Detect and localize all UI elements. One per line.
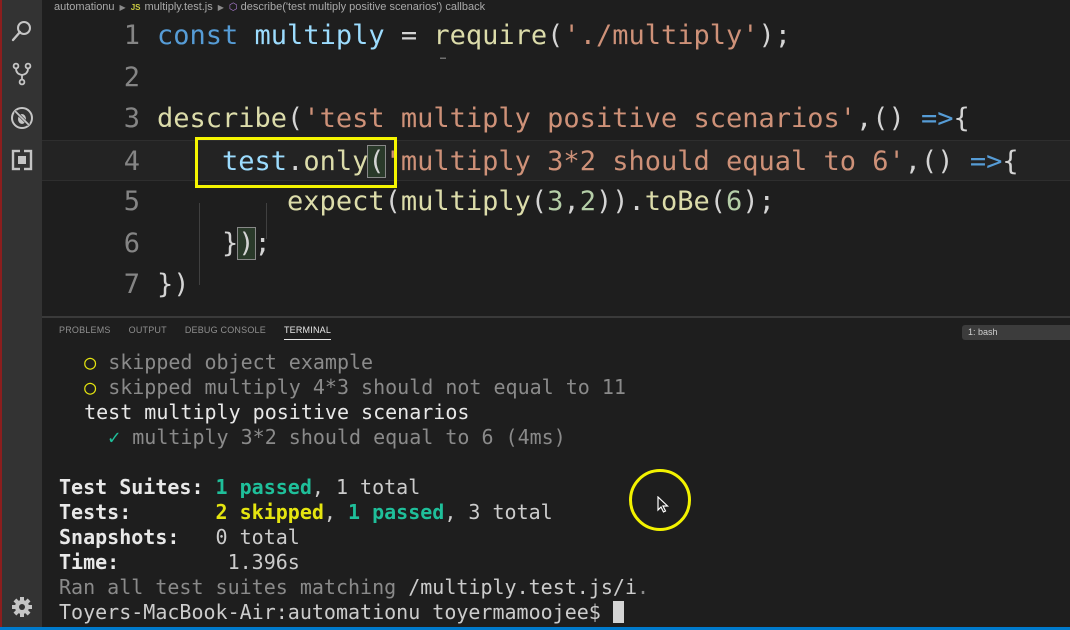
search-icon[interactable] bbox=[8, 17, 36, 45]
code-token: } bbox=[157, 227, 239, 259]
code-token: multiply bbox=[400, 186, 531, 217]
line-number: 4 bbox=[123, 145, 140, 177]
code-token: describe bbox=[157, 103, 288, 134]
chevron-right-icon: ▶ bbox=[119, 2, 126, 12]
bottom-panel: PROBLEMS OUTPUT DEBUG CONSOLE TERMINAL 1… bbox=[42, 318, 1070, 630]
tab-debug-console[interactable]: DEBUG CONSOLE bbox=[185, 325, 266, 340]
terminal-prompt[interactable]: Toyers-MacBook-Air:automationu toyermamo… bbox=[59, 600, 624, 625]
terminal-line-snapshots: Snapshots: 0 total bbox=[59, 525, 300, 549]
terminal-line-passed: ✓ multiply 3*2 should equal to 6 (4ms) bbox=[108, 425, 566, 449]
line-number: 5 bbox=[123, 186, 140, 217]
code-token: ); bbox=[742, 186, 775, 217]
code-editor[interactable]: 1 const multiply = require('./multiply');… bbox=[42, 15, 1070, 315]
code-text: }) bbox=[157, 264, 190, 305]
code-token: require bbox=[433, 20, 548, 51]
code-token: 'test multiply positive scenarios' bbox=[303, 103, 856, 134]
breadcrumb-folder[interactable]: automationu bbox=[54, 1, 115, 13]
highlight-annotation-box bbox=[195, 137, 397, 188]
code-token: 6 bbox=[726, 186, 743, 217]
code-text: }); bbox=[157, 223, 271, 264]
terminal-line-tests-summary: Tests: 2 skipped, 1 passed, 3 total bbox=[59, 500, 553, 524]
code-token: ( bbox=[287, 103, 304, 134]
code-token: multiply bbox=[254, 20, 385, 51]
gear-icon[interactable] bbox=[8, 593, 36, 621]
tab-terminal[interactable]: TERMINAL bbox=[283, 325, 332, 340]
code-token: ,() bbox=[856, 103, 922, 134]
code-token: }) bbox=[157, 269, 190, 300]
code-token: = bbox=[384, 20, 434, 51]
activity-bar bbox=[0, 0, 42, 630]
terminal-cursor bbox=[612, 601, 624, 623]
skipped-icon: ○ bbox=[84, 375, 97, 399]
indent-guide bbox=[199, 203, 200, 285]
code-token: 3 bbox=[547, 186, 564, 217]
line-number: 2 bbox=[123, 61, 140, 93]
code-token: ; bbox=[254, 227, 271, 259]
code-text: const multiply = require('./multiply'); bbox=[157, 15, 791, 56]
terminal-line-time: Time: 1.396s bbox=[59, 550, 300, 574]
tab-output[interactable]: OUTPUT bbox=[129, 325, 167, 340]
line-number: 1 bbox=[123, 20, 140, 51]
code-token: ( bbox=[530, 186, 548, 217]
code-token: ( bbox=[384, 186, 401, 217]
mouse-pointer-icon bbox=[657, 496, 669, 513]
code-token: 2 bbox=[579, 186, 596, 217]
skipped-icon: ○ bbox=[84, 350, 97, 374]
check-icon: ✓ bbox=[108, 425, 121, 449]
code-token: ,() bbox=[904, 145, 970, 177]
terminal-line-suites-summary: Test Suites: 1 passed, 1 total bbox=[59, 475, 421, 499]
code-token: expect bbox=[287, 186, 385, 217]
code-line[interactable]: 2 bbox=[42, 57, 1070, 98]
code-token: , bbox=[563, 186, 580, 217]
matching-bracket: ) bbox=[237, 226, 256, 260]
indent-guide bbox=[266, 203, 267, 239]
panel-tabs: PROBLEMS OUTPUT DEBUG CONSOLE TERMINAL bbox=[59, 325, 349, 340]
code-token: ( bbox=[547, 20, 564, 51]
suggestion-hint: … bbox=[440, 51, 448, 62]
line-number: 6 bbox=[123, 227, 140, 259]
debug-icon[interactable] bbox=[8, 104, 36, 132]
code-line[interactable]: 7}) bbox=[42, 264, 1070, 305]
symbol-method-icon: ⬡ bbox=[228, 1, 238, 13]
code-token: { bbox=[953, 103, 970, 134]
code-line[interactable]: 1 const multiply = require('./multiply'); bbox=[42, 15, 1070, 56]
breadcrumb: automationu ▶ JS multiply.test.js ▶ ⬡ de… bbox=[42, 0, 1070, 14]
code-token: => bbox=[969, 145, 1003, 177]
code-text: describe('test multiply positive scenari… bbox=[157, 98, 970, 139]
code-line[interactable]: 6 }); bbox=[42, 223, 1070, 264]
code-token: => bbox=[921, 103, 954, 134]
code-token: ); bbox=[758, 20, 792, 51]
code-token: const bbox=[157, 20, 239, 51]
code-line[interactable]: 3 describe('test multiply positive scenar… bbox=[42, 98, 1070, 139]
code-token: )). bbox=[595, 186, 645, 217]
extensions-icon[interactable] bbox=[8, 146, 36, 174]
breadcrumb-file[interactable]: multiply.test.js bbox=[145, 1, 213, 13]
code-token: { bbox=[1002, 145, 1019, 177]
js-file-icon: JS bbox=[130, 2, 141, 12]
chevron-right-icon: ▶ bbox=[217, 2, 224, 12]
code-token: './multiply' bbox=[563, 20, 759, 51]
code-token: toBe bbox=[644, 186, 710, 217]
terminal-line-skipped-1: ○ skipped object example bbox=[84, 350, 374, 374]
terminal-line-ran: Ran all test suites matching /multiply.t… bbox=[59, 575, 650, 599]
breadcrumb-symbol[interactable]: describe('test multiply positive scenari… bbox=[241, 1, 485, 13]
code-token: ( bbox=[709, 186, 727, 217]
terminal-select[interactable]: 1: bash bbox=[962, 325, 1070, 340]
terminal-line-suite: test multiply positive scenarios bbox=[84, 400, 470, 424]
tab-problems[interactable]: PROBLEMS bbox=[59, 325, 111, 340]
source-control-icon[interactable] bbox=[8, 60, 36, 88]
line-number: 3 bbox=[123, 103, 140, 134]
code-token: 'multiply 3*2 should equal to 6' bbox=[384, 145, 905, 177]
terminal-line-skipped-2: ○ skipped multiply 4*3 should not equal … bbox=[84, 375, 626, 399]
line-number: 7 bbox=[123, 269, 140, 300]
